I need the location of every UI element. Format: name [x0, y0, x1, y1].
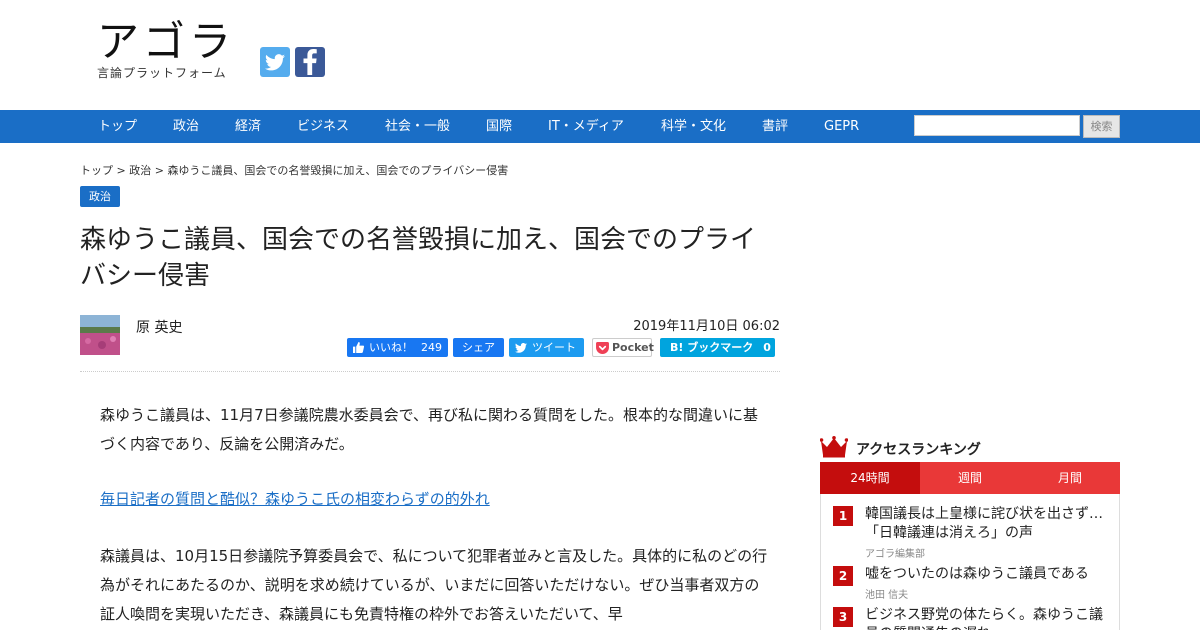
logo-title: アゴラ [97, 17, 236, 66]
rank-number: 3 [833, 607, 853, 627]
publish-date: 2019年11月10日 06:02 [633, 319, 780, 334]
hatena-bookmark-button[interactable]: B! ブックマーク 0 [660, 338, 775, 357]
thumbs-up-icon [353, 342, 364, 353]
article-paragraph-2: 森議員は、10月15日参議院予算委員会で、私について犯罪者並みと言及した。具体的… [100, 547, 768, 623]
ranking-tabs: 24時間 週間 月間 [820, 462, 1120, 494]
divider [80, 371, 780, 372]
breadcrumb: トップ > 政治 > 森ゆうこ議員、国会での名誉毀損に加え、国会でのプライバシー… [80, 162, 508, 178]
facebook-like-button[interactable]: いいね！ 249 [347, 338, 448, 357]
site-logo[interactable]: アゴラ 言論プラットフォーム [97, 18, 235, 81]
nav-item-economy[interactable]: 経済 [235, 110, 261, 143]
nav-item-top[interactable]: トップ [98, 110, 137, 143]
nav-item-international[interactable]: 国際 [486, 110, 512, 143]
pocket-button[interactable]: Pocket [592, 338, 654, 357]
tab-24h[interactable]: 24時間 [820, 462, 920, 494]
rank-author: アゴラ編集部 [865, 549, 925, 560]
rank-title[interactable]: 嘘をついたのは森ゆうこ議員である [865, 565, 1107, 584]
facebook-icon[interactable] [295, 47, 325, 77]
author-name[interactable]: 原 英史 [136, 317, 182, 337]
facebook-share-button[interactable]: シェア [453, 338, 504, 357]
search-button[interactable]: 検索 [1083, 115, 1120, 138]
breadcrumb-separator: > [151, 164, 168, 177]
twitter-bird-icon [515, 342, 527, 353]
tweet-button[interactable]: ツイート [509, 338, 584, 357]
like-label: いいね！ [369, 341, 413, 354]
nav-item-business[interactable]: ビジネス [297, 110, 349, 143]
article-paragraph-1: 森ゆうこ議員は、11月7日参議院農水委員会で、再び私に関わる質問をした。根本的な… [100, 406, 759, 453]
search-input[interactable] [914, 115, 1080, 136]
ranking-header: アクセスランキング [819, 436, 981, 462]
nav-item-politics[interactable]: 政治 [173, 110, 199, 143]
like-count: 249 [421, 341, 442, 354]
related-article-link[interactable]: 毎日記者の質問と酷似？森ゆうこ氏の相変わらずの的外れ [100, 485, 770, 514]
category-badge[interactable]: 政治 [80, 186, 120, 207]
nav-item-it-media[interactable]: IT・メディア [548, 110, 624, 143]
rank-number: 2 [833, 566, 853, 586]
tweet-label: ツイート [532, 341, 576, 354]
rank-author: 池田 信夫 [865, 590, 909, 601]
logo-subtitle: 言論プラットフォーム [97, 66, 227, 80]
nav-item-science-culture[interactable]: 科学・文化 [661, 110, 726, 143]
nav-item-society[interactable]: 社会・一般 [385, 110, 450, 143]
breadcrumb-current: 森ゆうこ議員、国会での名誉毀損に加え、国会でのプライバシー侵害 [167, 164, 509, 177]
twitter-icon[interactable] [260, 47, 290, 77]
rank-title[interactable]: 韓国議長は上皇様に詫び状を出さず…「日韓議連は消えろ」の声 [865, 505, 1107, 543]
breadcrumb-home[interactable]: トップ [80, 164, 113, 177]
tab-weekly[interactable]: 週間 [920, 462, 1020, 494]
hatena-count: 0 [763, 341, 771, 354]
article-title: 森ゆうこ議員、国会での名誉毀損に加え、国会でのプライバシー侵害 [80, 225, 757, 291]
ranking-heading: アクセスランキング [856, 442, 981, 458]
breadcrumb-separator: > [113, 164, 130, 177]
rank-title[interactable]: ビジネス野党の体たらく。森ゆうこ議員の質問通告の遅れ [865, 606, 1107, 630]
site-header: アゴラ 言論プラットフォーム [0, 0, 1200, 110]
global-nav: トップ 政治 経済 ビジネス 社会・一般 国際 IT・メディア 科学・文化 書評… [0, 110, 1200, 143]
rank-number: 1 [833, 506, 853, 526]
nav-item-gepr[interactable]: GEPR [824, 110, 859, 143]
author-avatar[interactable] [80, 315, 120, 355]
pocket-icon [596, 341, 609, 354]
nav-item-book-review[interactable]: 書評 [762, 110, 788, 143]
pocket-label: Pocket [612, 341, 654, 354]
breadcrumb-category[interactable]: 政治 [129, 164, 151, 177]
tab-monthly[interactable]: 月間 [1020, 462, 1120, 494]
hatena-label: B! ブックマーク [670, 341, 754, 354]
ranking-list: 1 韓国議長は上皇様に詫び状を出さず…「日韓議連は消えろ」の声 アゴラ編集部 2… [820, 494, 1120, 630]
crown-icon [819, 436, 849, 462]
